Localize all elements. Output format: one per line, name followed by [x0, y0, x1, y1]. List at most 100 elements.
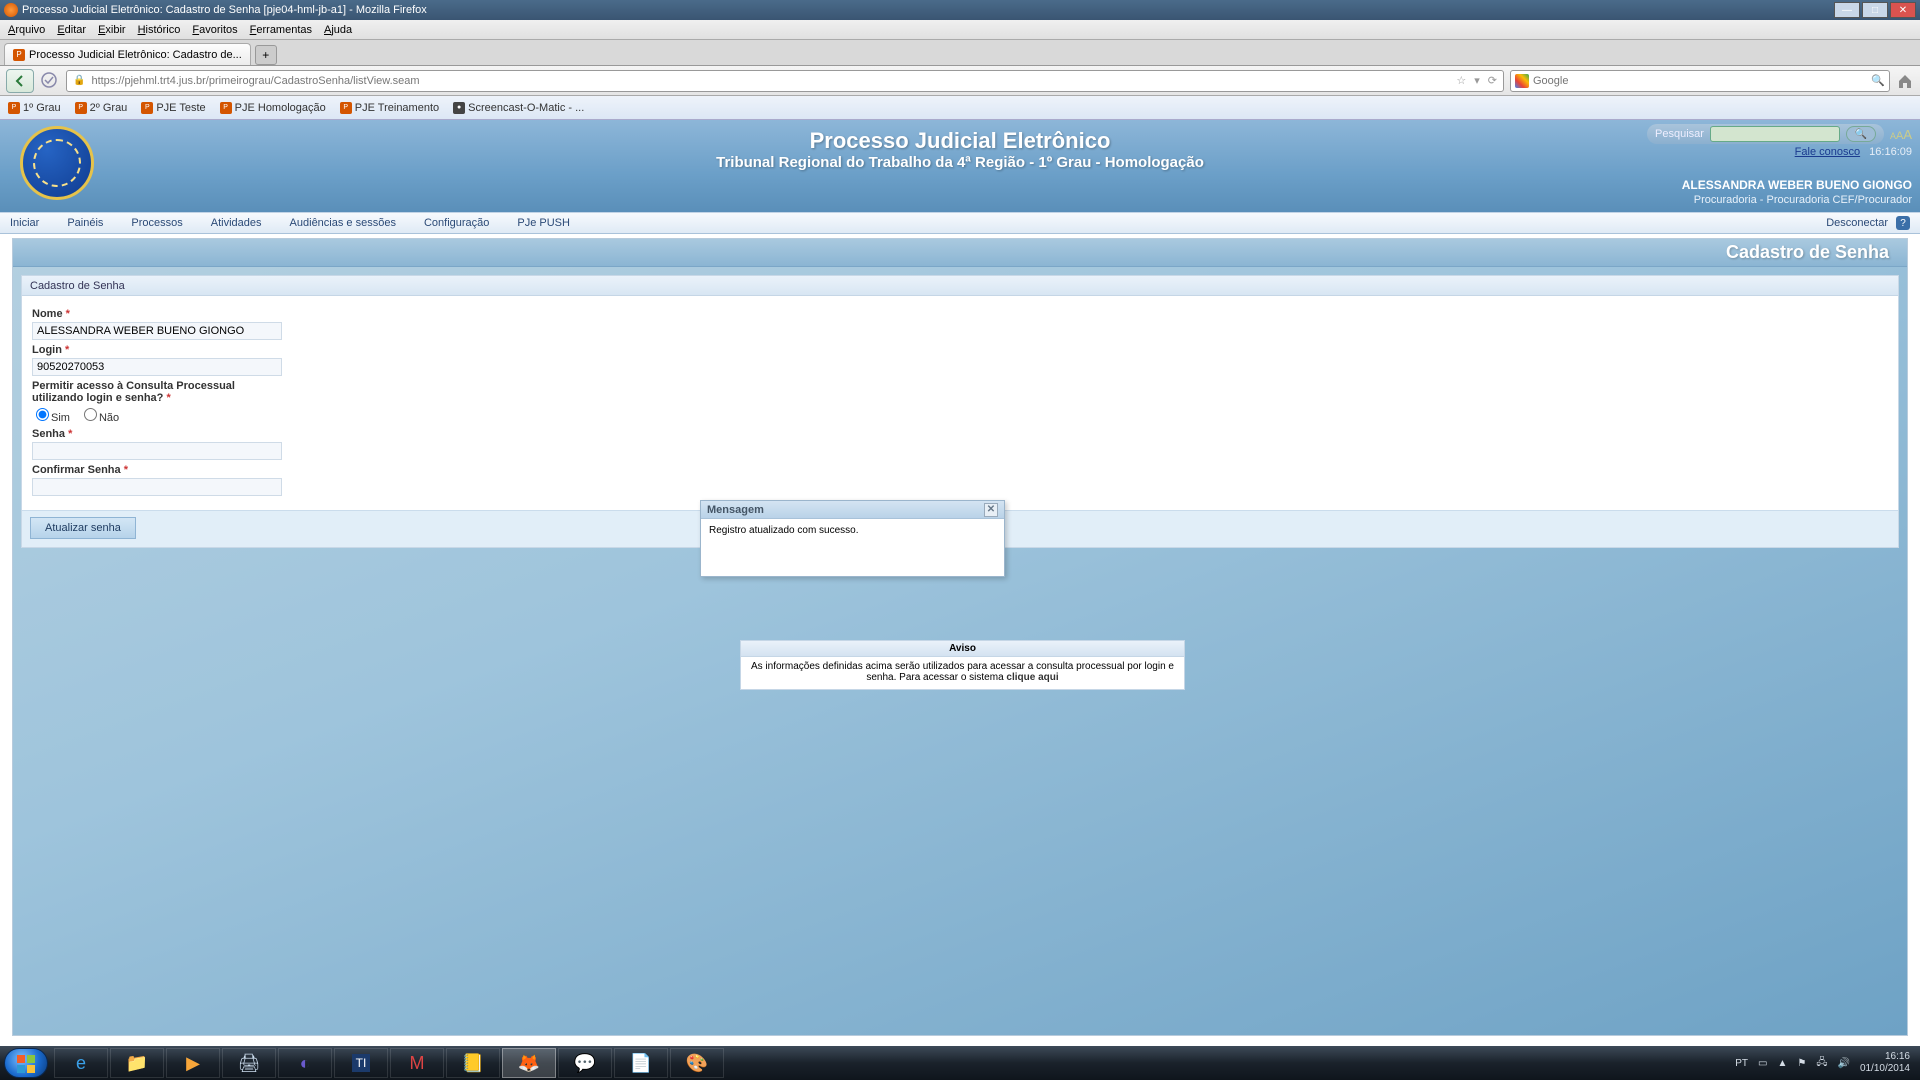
record-icon: ● — [453, 102, 465, 114]
back-button[interactable] — [6, 69, 34, 93]
nav-iniciar[interactable]: Iniciar — [10, 217, 39, 229]
firefox-task-icon: 🦊 — [518, 1053, 540, 1074]
bookmark-screencast[interactable]: ●Screencast-O-Matic - ... — [453, 102, 584, 114]
menu-ferramentas[interactable]: Ferramentas — [250, 24, 312, 36]
login-field[interactable] — [32, 358, 282, 376]
nav-audiencias[interactable]: Audiências e sessões — [290, 217, 396, 229]
bookmark-1grau[interactable]: P1º Grau — [8, 102, 61, 114]
url-bar[interactable]: 🔒 https://pjehml.trt4.jus.br/primeirogra… — [66, 70, 1504, 92]
window-maximize-button[interactable]: □ — [1862, 2, 1888, 18]
tray-network-icon[interactable]: 🖧 — [1816, 1055, 1827, 1072]
header-search-button[interactable]: 🔍 — [1846, 126, 1876, 142]
nome-field[interactable] — [32, 322, 282, 340]
search-bar[interactable]: 🔍 — [1510, 70, 1890, 92]
nav-processos[interactable]: Processos — [131, 217, 182, 229]
taskbar-printer[interactable]: 🖨 — [222, 1048, 276, 1078]
adaptive-icon[interactable] — [40, 71, 60, 91]
message-title[interactable]: Mensagem ✕ — [701, 501, 1004, 519]
content-wrap: Cadastro de Senha Cadastro de Senha Nome… — [12, 238, 1908, 1036]
aviso-box: Aviso As informações definidas acima ser… — [740, 640, 1185, 690]
message-close-button[interactable]: ✕ — [984, 503, 998, 517]
bookmark-pje-homolog[interactable]: PPJE Homologação — [220, 102, 326, 114]
palette-icon: 🎨 — [686, 1053, 708, 1074]
confirmar-label: Confirmar Senha * — [32, 464, 1888, 476]
nav-paineis[interactable]: Painéis — [67, 217, 103, 229]
tab-favicon-icon: P — [13, 49, 25, 61]
nav-config[interactable]: Configuração — [424, 217, 489, 229]
dropdown-icon[interactable]: ▾ — [1474, 74, 1480, 87]
pje-icon: P — [75, 102, 87, 114]
doc-icon: 📄 — [630, 1053, 652, 1074]
eclipse-icon: ◐ — [300, 1053, 311, 1074]
fale-conosco-link[interactable]: Fale conosco — [1795, 146, 1860, 158]
confirmar-senha-field[interactable] — [32, 478, 282, 496]
permitir-radios: Sim Não — [36, 408, 1888, 424]
app-subtitle: Tribunal Regional do Trabalho da 4ª Regi… — [0, 154, 1920, 171]
bookmark-pje-teste[interactable]: PPJE Teste — [141, 102, 205, 114]
menu-ajuda[interactable]: Ajuda — [324, 24, 352, 36]
taskbar-mediaplayer[interactable]: ▶ — [166, 1048, 220, 1078]
browser-menubar: Arquivo Editar Exibir Histórico Favorito… — [0, 20, 1920, 40]
header-tools: Pesquisar 🔍 AAA — [1647, 124, 1912, 144]
senha-field[interactable] — [32, 442, 282, 460]
browser-tab[interactable]: P Processo Judicial Eletrônico: Cadastro… — [4, 43, 251, 65]
aviso-body: As informações definidas acima serão uti… — [741, 657, 1184, 689]
taskbar-notes[interactable]: 📒 — [446, 1048, 500, 1078]
tray-flag-icon[interactable]: ⚑ — [1797, 1058, 1806, 1069]
tray-lang[interactable]: PT — [1735, 1058, 1748, 1069]
menu-editar[interactable]: Editar — [57, 24, 86, 36]
disconnect-link[interactable]: Desconectar — [1826, 217, 1888, 229]
taskbar-word[interactable]: 📄 — [614, 1048, 668, 1078]
taskbar-texteditor[interactable]: TI — [334, 1048, 388, 1078]
menu-historico[interactable]: Histórico — [138, 24, 181, 36]
start-button[interactable] — [4, 1048, 48, 1078]
taskbar-ie[interactable]: e — [54, 1048, 108, 1078]
form-area: Nome * Login * Permitir acesso à Consult… — [22, 296, 1898, 504]
menu-arquivo[interactable]: Arquivo — [8, 24, 45, 36]
menu-favoritos[interactable]: Favoritos — [192, 24, 237, 36]
taskbar-apps: e 📁 ▶ 🖨 ◐ TI M 📒 🦊 💬 📄 🎨 — [54, 1048, 724, 1078]
menu-exibir[interactable]: Exibir — [98, 24, 126, 36]
login-label: Login * — [32, 344, 1888, 356]
nav-pje-push[interactable]: PJe PUSH — [517, 217, 570, 229]
taskbar-firefox[interactable]: 🦊 — [502, 1048, 556, 1078]
taskbar-paint[interactable]: 🎨 — [670, 1048, 724, 1078]
browser-tabbar: P Processo Judicial Eletrônico: Cadastro… — [0, 40, 1920, 66]
radio-sim[interactable] — [36, 408, 49, 421]
taskbar-gmail[interactable]: M — [390, 1048, 444, 1078]
tray-battery-icon[interactable]: ▭ — [1758, 1058, 1767, 1069]
bookmark-pje-trein[interactable]: PPJE Treinamento — [340, 102, 439, 114]
bookmark-star-icon[interactable]: ☆ — [1456, 74, 1466, 87]
radio-nao[interactable] — [84, 408, 97, 421]
tray-clock[interactable]: 16:16 01/10/2014 — [1860, 1051, 1910, 1075]
atualizar-senha-button[interactable]: Atualizar senha — [30, 517, 136, 539]
taskbar-chat[interactable]: 💬 — [558, 1048, 612, 1078]
window-titlebar: Processo Judicial Eletrônico: Cadastro d… — [0, 0, 1920, 20]
pje-icon: P — [141, 102, 153, 114]
tray-up-icon[interactable]: ▲ — [1777, 1058, 1787, 1069]
taskbar-eclipse[interactable]: ◐ — [278, 1048, 332, 1078]
bookmark-2grau[interactable]: P2º Grau — [75, 102, 128, 114]
google-icon — [1515, 74, 1529, 88]
taskbar-explorer[interactable]: 📁 — [110, 1048, 164, 1078]
new-tab-button[interactable]: + — [255, 45, 277, 65]
header-search: Pesquisar 🔍 — [1647, 124, 1884, 144]
message-popup: Mensagem ✕ Registro atualizado com suces… — [700, 500, 1005, 577]
window-close-button[interactable]: ✕ — [1890, 2, 1916, 18]
help-icon[interactable]: ? — [1896, 216, 1910, 230]
nav-atividades[interactable]: Atividades — [211, 217, 262, 229]
notes-icon: 📒 — [462, 1053, 484, 1074]
search-input[interactable] — [1533, 75, 1867, 87]
court-seal-logo — [20, 126, 98, 204]
play-icon: ▶ — [186, 1053, 200, 1074]
home-button[interactable] — [1896, 72, 1914, 90]
window-minimize-button[interactable]: — — [1834, 2, 1860, 18]
header-search-input[interactable] — [1710, 126, 1840, 142]
text-icon: TI — [352, 1054, 371, 1072]
window-title: Processo Judicial Eletrônico: Cadastro d… — [22, 4, 427, 16]
search-go-icon[interactable]: 🔍 — [1871, 74, 1885, 87]
tray-volume-icon[interactable]: 🔊 — [1837, 1058, 1849, 1069]
aviso-link[interactable]: clique aqui — [1006, 672, 1058, 683]
reload-icon[interactable]: ⟳ — [1488, 74, 1497, 87]
font-size-controls[interactable]: AAA — [1890, 127, 1912, 142]
